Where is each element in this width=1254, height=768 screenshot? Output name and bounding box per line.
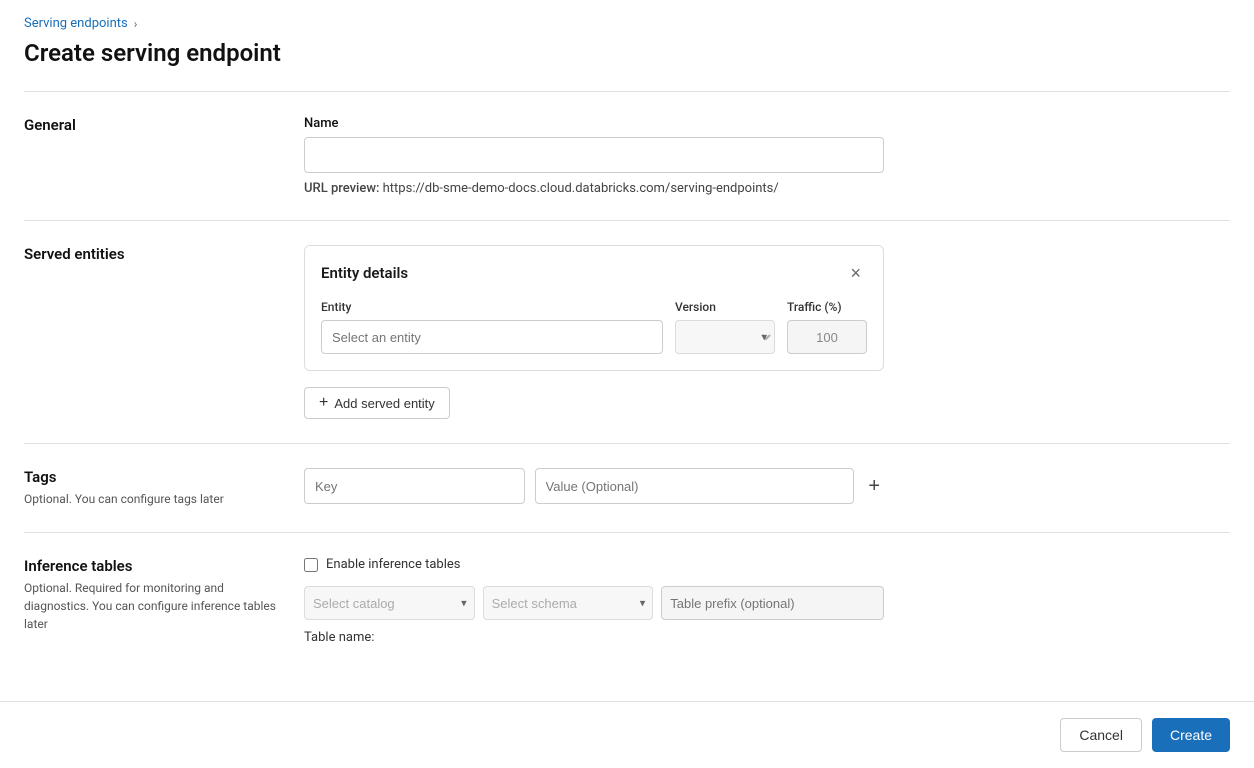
footer: Cancel Create [0, 701, 1254, 768]
enable-inference-checkbox[interactable] [304, 558, 318, 572]
add-served-entity-button[interactable]: + Add served entity [304, 387, 450, 419]
inference-tables-section: Inference tables Optional. Required for … [24, 532, 1230, 669]
served-entities-title: Served entities [24, 245, 280, 263]
tags-row: + [304, 468, 884, 504]
close-entity-card-button[interactable]: × [844, 262, 867, 284]
tags-description: Optional. You can configure tags later [24, 490, 280, 508]
page-title: Create serving endpoint [24, 39, 1230, 67]
traffic-col-label: Traffic (%) [787, 300, 867, 314]
breadcrumb: Serving endpoints › [24, 16, 1230, 31]
add-entity-label: Add served entity [334, 396, 434, 411]
entity-field: Entity [321, 300, 663, 354]
name-input[interactable] [304, 137, 884, 173]
general-section: General Name URL preview: https://db-sme… [24, 91, 1230, 220]
cancel-button[interactable]: Cancel [1060, 718, 1142, 752]
entity-search-input[interactable] [321, 320, 663, 354]
breadcrumb-link[interactable]: Serving endpoints [24, 16, 128, 31]
add-entity-icon: + [319, 394, 328, 412]
version-select[interactable] [675, 320, 775, 354]
inference-tables-title: Inference tables [24, 557, 280, 575]
catalog-select[interactable]: Select catalog [304, 586, 475, 620]
catalog-select-wrapper: Select catalog [304, 586, 475, 620]
schema-select[interactable]: Select schema [483, 586, 654, 620]
traffic-input[interactable] [787, 320, 867, 354]
inference-tables-description: Optional. Required for monitoring and di… [24, 579, 280, 633]
inference-selects-row: Select catalog Select schema [304, 586, 884, 620]
tags-section: Tags Optional. You can configure tags la… [24, 443, 1230, 532]
version-col-label: Version [675, 300, 775, 314]
name-label: Name [304, 116, 1230, 131]
enable-inference-label[interactable]: Enable inference tables [326, 557, 461, 572]
create-button[interactable]: Create [1152, 718, 1230, 752]
add-tag-button[interactable]: + [864, 475, 884, 498]
version-field: Version [675, 300, 775, 354]
url-preview: URL preview: https://db-sme-demo-docs.cl… [304, 181, 1230, 196]
table-name-row: Table name: [304, 630, 1230, 645]
schema-select-wrapper: Select schema [483, 586, 654, 620]
table-prefix-input[interactable] [661, 586, 884, 620]
tag-key-input[interactable] [304, 468, 525, 504]
general-section-title: General [24, 116, 280, 134]
breadcrumb-separator: › [134, 17, 138, 31]
enable-inference-checkbox-row: Enable inference tables [304, 557, 1230, 572]
tag-value-input[interactable] [535, 468, 855, 504]
traffic-field: Traffic (%) [787, 300, 867, 354]
entity-details-card: Entity details × Entity Version [304, 245, 884, 371]
entity-col-label: Entity [321, 300, 663, 314]
entity-card-title: Entity details [321, 264, 408, 282]
served-entities-section: Served entities Entity details × Entity [24, 220, 1230, 443]
tags-title: Tags [24, 468, 280, 486]
